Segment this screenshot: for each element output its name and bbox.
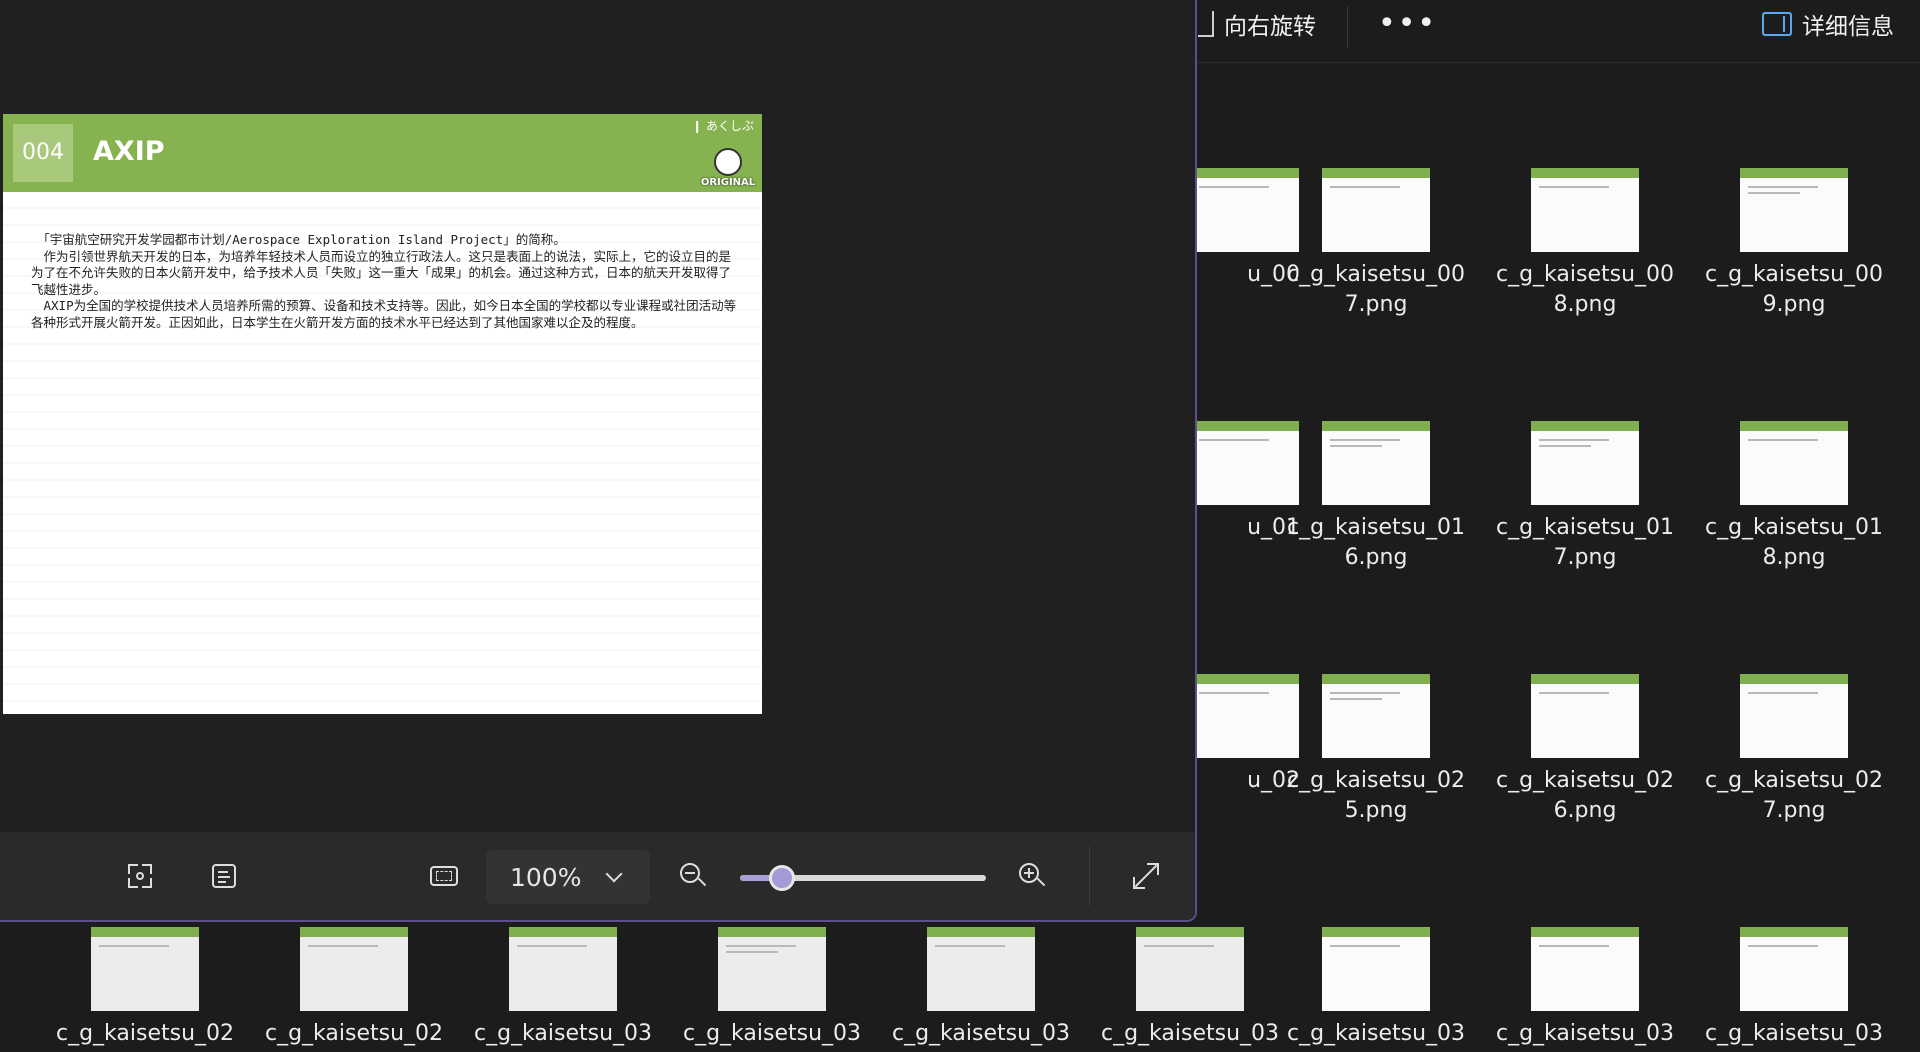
rotate-right-label: 向右旋转	[1224, 14, 1316, 40]
file-item[interactable]: c_g_kaisetsu_01 6.png	[1281, 421, 1471, 573]
file-name: c_g_kaisetsu_03	[1286, 1021, 1466, 1046]
file-name: c_g_kaisetsu_02 7.png	[1704, 768, 1884, 823]
file-thumbnail	[927, 927, 1035, 1011]
file-item[interactable]: c_g_kaisetsu_02	[259, 927, 449, 1049]
mascot-icon	[714, 148, 742, 176]
file-item[interactable]: c_g_kaisetsu_03	[468, 927, 658, 1049]
fit-to-window-button[interactable]	[424, 856, 464, 896]
zoom-level-dropdown[interactable]: 100%	[486, 850, 650, 904]
file-name: c_g_kaisetsu_02 5.png	[1286, 768, 1466, 823]
more-options-button[interactable]: •••	[1378, 0, 1437, 56]
text-scan-icon	[212, 864, 236, 888]
file-item[interactable]: c_g_kaisetsu_02	[50, 927, 240, 1049]
file-thumbnail	[91, 927, 199, 1011]
file-name: c_g_kaisetsu_03	[682, 1021, 862, 1046]
details-pane-icon	[1762, 12, 1792, 36]
file-thumbnail	[1322, 674, 1430, 758]
file-item[interactable]: c_g_kaisetsu_01 7.png	[1490, 421, 1680, 573]
zoom-slider[interactable]	[740, 865, 986, 891]
file-thumbnail	[1531, 168, 1639, 252]
file-name: c_g_kaisetsu_01 8.png	[1704, 515, 1884, 570]
file-thumbnail	[300, 927, 408, 1011]
file-name: c_g_kaisetsu_03	[1495, 1021, 1675, 1046]
file-thumbnail	[1740, 674, 1848, 758]
file-item[interactable]: c_g_kaisetsu_03	[1281, 927, 1471, 1049]
full-screen-button[interactable]	[1126, 856, 1166, 896]
visual-search-icon	[128, 864, 152, 888]
chevron-down-icon	[605, 865, 623, 883]
file-thumbnail	[1322, 168, 1430, 252]
file-item[interactable]: c_g_kaisetsu_03	[1490, 927, 1680, 1049]
file-thumbnail	[1136, 927, 1244, 1011]
zoom-slider-thumb[interactable]	[769, 865, 795, 891]
document-body: 「宇宙航空研究开发学园都市计划/Aerospace Exploration Is…	[3, 192, 762, 714]
file-item[interactable]: c_g_kaisetsu_03	[1095, 927, 1285, 1049]
document-number: 004	[13, 124, 73, 182]
rotate-right-button[interactable]: 向右旋转	[1198, 0, 1316, 48]
visual-search-button[interactable]	[120, 856, 160, 896]
file-name: c_g_kaisetsu_03	[473, 1021, 653, 1046]
zoom-out-icon	[680, 863, 707, 889]
file-thumbnail	[1740, 927, 1848, 1011]
image-viewer-window: 004 AXIP ❙ あくしぶ ORIGINAL 「宇宙航空研究开发学园都市计划…	[0, 0, 1197, 922]
toolbar-divider	[1089, 846, 1090, 906]
document-brand: ❙ あくしぶ	[692, 119, 754, 133]
file-item[interactable]: c_g_kaisetsu_03	[886, 927, 1076, 1049]
file-thumbnail	[509, 927, 617, 1011]
file-item[interactable]: c_g_kaisetsu_02 6.png	[1490, 674, 1680, 826]
file-item[interactable]: c_g_kaisetsu_00 8.png	[1490, 168, 1680, 320]
file-name: c_g_kaisetsu_00 8.png	[1495, 262, 1675, 317]
file-thumbnail	[718, 927, 826, 1011]
text-recognition-button[interactable]	[204, 856, 244, 896]
file-item[interactable]: c_g_kaisetsu_00 7.png	[1281, 168, 1471, 320]
file-thumbnail	[1531, 927, 1639, 1011]
file-thumbnail	[1531, 421, 1639, 505]
file-thumbnail	[1740, 421, 1848, 505]
zoom-in-button[interactable]	[1012, 856, 1052, 896]
details-pane-button[interactable]: 详细信息	[1762, 0, 1894, 48]
file-thumbnail	[1531, 674, 1639, 758]
rotate-right-icon	[1198, 11, 1214, 37]
file-item[interactable]: c_g_kaisetsu_03	[677, 927, 867, 1049]
file-name: c_g_kaisetsu_00 9.png	[1704, 262, 1884, 317]
file-item[interactable]: c_g_kaisetsu_00 9.png	[1699, 168, 1889, 320]
zoom-out-button[interactable]	[673, 856, 713, 896]
file-item[interactable]: c_g_kaisetsu_01 8.png	[1699, 421, 1889, 573]
document-header: 004 AXIP ❙ あくしぶ ORIGINAL	[3, 114, 762, 192]
document-text: 「宇宙航空研究开发学园都市计划/Aerospace Exploration Is…	[31, 232, 737, 330]
zoom-in-icon	[1019, 863, 1046, 889]
file-name: c_g_kaisetsu_02	[55, 1021, 235, 1046]
explorer-command-bar: 向右旋转 ••• 详细信息	[1190, 0, 1920, 63]
expand-icon	[1133, 863, 1159, 889]
file-name: c_g_kaisetsu_00 7.png	[1286, 262, 1466, 317]
file-name: c_g_kaisetsu_03	[1100, 1021, 1280, 1046]
toolbar-divider	[1347, 6, 1348, 48]
file-name: c_g_kaisetsu_03	[891, 1021, 1071, 1046]
file-item[interactable]: c_g_kaisetsu_02 5.png	[1281, 674, 1471, 826]
file-thumbnail	[1322, 421, 1430, 505]
original-logo: ORIGINAL	[700, 148, 756, 188]
file-thumbnail	[1740, 168, 1848, 252]
more-icon: •••	[1378, 6, 1438, 41]
file-name: c_g_kaisetsu_02 6.png	[1495, 768, 1675, 823]
document-title: AXIP	[93, 136, 165, 167]
file-name: c_g_kaisetsu_03	[1704, 1021, 1884, 1046]
details-label: 详细信息	[1802, 14, 1894, 40]
file-name: c_g_kaisetsu_01 7.png	[1495, 515, 1675, 570]
file-name: c_g_kaisetsu_01 6.png	[1286, 515, 1466, 570]
file-thumbnail	[1322, 927, 1430, 1011]
zoom-level-value: 100%	[510, 862, 582, 892]
file-item[interactable]: c_g_kaisetsu_02 7.png	[1699, 674, 1889, 826]
file-item[interactable]: c_g_kaisetsu_03	[1699, 927, 1889, 1049]
document-image: 004 AXIP ❙ あくしぶ ORIGINAL 「宇宙航空研究开发学园都市计划…	[3, 114, 762, 714]
fit-window-icon	[430, 866, 458, 886]
file-name: c_g_kaisetsu_02	[264, 1021, 444, 1046]
viewer-toolbar: 100%	[0, 832, 1195, 920]
